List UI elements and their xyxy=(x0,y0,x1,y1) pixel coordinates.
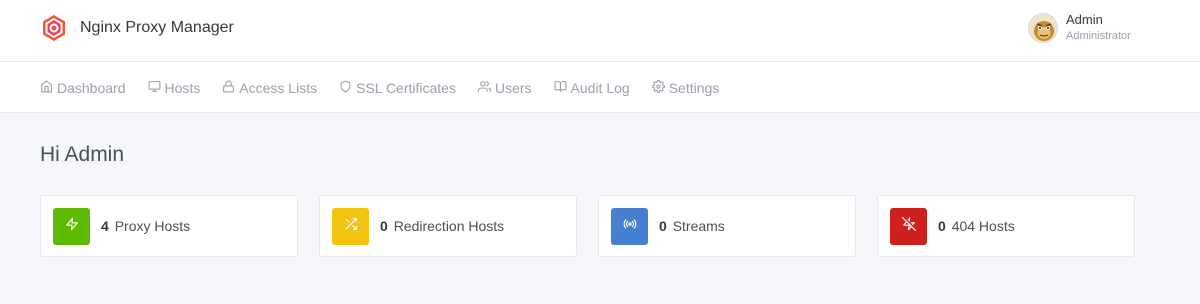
card-404-hosts-count: 0 xyxy=(938,218,946,234)
card-redirection-hosts-count: 0 xyxy=(380,218,388,234)
user-name: Admin xyxy=(1066,12,1103,27)
card-proxy-hosts-count: 4 xyxy=(101,218,109,234)
card-redirection-hosts-label: Redirection Hosts xyxy=(393,218,505,234)
zap-off-icon xyxy=(901,216,916,236)
monitor-icon xyxy=(148,80,165,96)
shuffle-icon xyxy=(344,217,358,236)
stat-cards: 4 Proxy Hosts 0 Redirection Hosts 0 Stre… xyxy=(40,195,1135,257)
nav-item-users[interactable]: Users xyxy=(477,79,532,96)
top-header: Nginx Proxy Manager Admin Administrator xyxy=(0,0,1200,62)
user-info: Admin Administrator xyxy=(1066,12,1131,44)
nav-item-ssl-certificates[interactable]: SSL Certificates xyxy=(339,80,456,96)
shield-icon xyxy=(339,80,356,96)
lock-icon xyxy=(222,80,239,96)
gear-icon xyxy=(651,79,669,96)
page-greeting: Hi Admin xyxy=(40,143,125,166)
radio-icon xyxy=(623,217,637,236)
card-404-hosts-icon-box xyxy=(890,207,927,245)
brand-name: Nginx Proxy Manager xyxy=(80,19,234,36)
nav-label-hosts: Hosts xyxy=(164,79,201,96)
user-role: Administrator xyxy=(1066,30,1131,42)
nav-item-dashboard[interactable]: Dashboard xyxy=(40,80,126,96)
zap-icon xyxy=(65,217,79,236)
nginx-proxy-manager-logo-icon xyxy=(40,14,68,42)
card-streams-text: 0 Streams xyxy=(659,218,725,234)
nav-item-settings[interactable]: Settings xyxy=(651,79,720,96)
card-proxy-hosts-text: 4 Proxy Hosts xyxy=(101,218,190,234)
card-redirection-hosts-icon-box xyxy=(332,207,369,245)
card-redirection-hosts-text: 0 Redirection Hosts xyxy=(380,218,504,234)
nav-label-ssl-certificates: SSL Certificates xyxy=(356,79,456,96)
card-streams-icon-box xyxy=(611,207,648,245)
user-menu[interactable]: Admin Administrator xyxy=(1028,12,1131,44)
book-open-icon xyxy=(554,80,571,96)
nav-item-access-lists[interactable]: Access Lists xyxy=(222,80,317,96)
card-streams[interactable]: 0 Streams xyxy=(598,195,856,257)
nav-label-audit-log: Audit Log xyxy=(570,79,630,96)
nav-label-users: Users xyxy=(494,79,532,96)
users-icon xyxy=(477,80,495,96)
brand[interactable]: Nginx Proxy Manager xyxy=(40,13,234,43)
user-avatar xyxy=(1028,13,1058,43)
card-streams-label: Streams xyxy=(672,218,725,234)
card-streams-count: 0 xyxy=(659,218,667,234)
card-404-hosts[interactable]: 0 404 Hosts xyxy=(877,195,1135,257)
main-nav: Dashboard Hosts Access Lists SSL Certifi… xyxy=(0,62,1200,113)
nav-item-hosts[interactable]: Hosts xyxy=(148,79,201,96)
card-proxy-hosts[interactable]: 4 Proxy Hosts xyxy=(40,195,298,257)
card-redirection-hosts[interactable]: 0 Redirection Hosts xyxy=(319,195,577,257)
nav-label-access-lists: Access Lists xyxy=(239,79,318,96)
card-proxy-hosts-label: Proxy Hosts xyxy=(114,218,191,234)
card-proxy-hosts-icon-box xyxy=(53,207,90,245)
nav-item-audit-log[interactable]: Audit Log xyxy=(554,80,630,96)
card-404-hosts-text: 0 404 Hosts xyxy=(938,218,1015,234)
nav-label-settings: Settings xyxy=(668,79,720,96)
card-404-hosts-label: 404 Hosts xyxy=(951,218,1015,234)
nav-label-dashboard: Dashboard xyxy=(57,79,126,96)
home-icon xyxy=(40,80,57,96)
